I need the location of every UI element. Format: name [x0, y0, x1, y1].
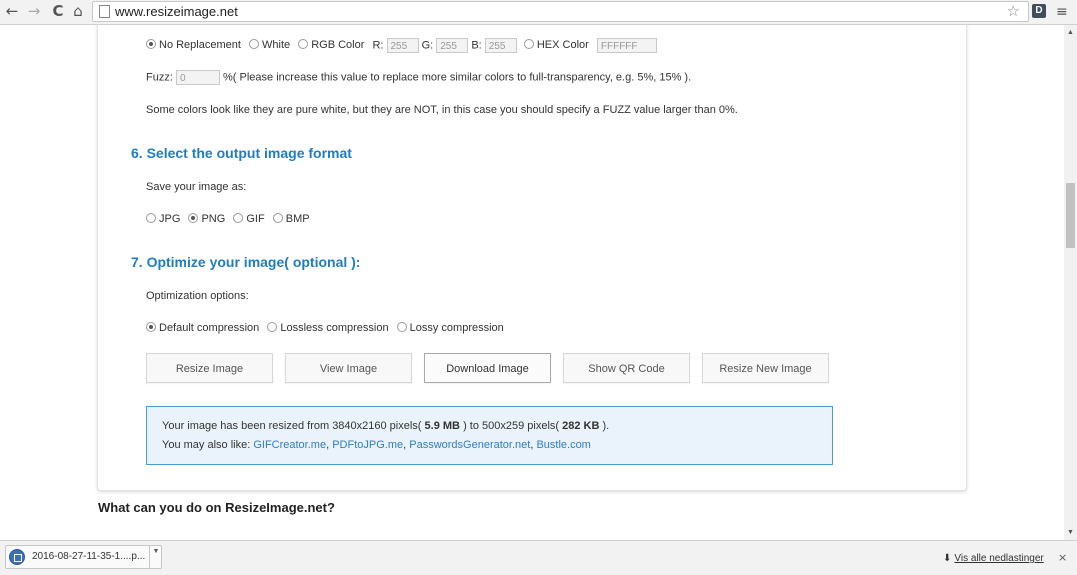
option-label: JPG	[159, 213, 181, 225]
radio-white[interactable]	[249, 39, 259, 50]
browser-toolbar: ← → C ⌂ www.resizeimage.net ☆ D ≡	[0, 0, 1077, 25]
features-heading: What can you do on ResizeImage.net?	[98, 500, 335, 515]
radio-lossless-compression[interactable]	[267, 322, 278, 332]
back-icon[interactable]: ←	[4, 3, 20, 19]
result-suffix: ).	[602, 420, 610, 432]
bookmark-star-icon[interactable]: ☆	[1007, 2, 1020, 20]
result-info-box: Your image has been resized from 3840x21…	[146, 406, 833, 465]
address-url[interactable]: www.resizeimage.net	[115, 4, 238, 19]
radio-lossy-compression[interactable]	[396, 322, 407, 332]
option-label: RGB Color	[311, 39, 365, 52]
view-image-button[interactable]: View Image	[285, 353, 412, 383]
format-options-row: JPG PNG GIF BMP	[146, 213, 315, 225]
fuzz-row: Fuzz: 0 %( Please increase this value to…	[146, 70, 691, 85]
new-size: 282 KB	[562, 420, 600, 432]
close-icon[interactable]: ×	[1058, 551, 1067, 564]
radio-hex-color[interactable]	[523, 39, 534, 50]
show-qr-code-button[interactable]: Show QR Code	[563, 353, 690, 383]
b-label: B:	[471, 39, 482, 52]
fuzz-help-text: %( Please increase this value to replace…	[223, 71, 692, 84]
r-input[interactable]: 255	[386, 38, 419, 53]
section-6-title: 6. Select the output image format	[131, 145, 352, 161]
resize-image-button[interactable]: Resize Image	[146, 353, 273, 383]
show-all-label: Vis alle nedlastinger	[954, 553, 1044, 564]
download-file-name: 2016-08-27-11-35-1....p...	[32, 551, 146, 562]
radio-bmp[interactable]	[272, 213, 283, 223]
home-icon[interactable]: ⌂	[70, 3, 86, 19]
result-prefix: Your image has been resized from 3840x21…	[162, 420, 422, 432]
g-label: G:	[421, 39, 434, 52]
address-bar[interactable]: www.resizeimage.net ☆	[92, 1, 1029, 22]
also-like-line: You may also like: GIFCreator.me, PDFtoJ…	[162, 439, 591, 451]
reload-icon[interactable]: C	[50, 3, 66, 19]
radio-no-replacement[interactable]	[146, 39, 156, 50]
action-buttons: Resize Image View Image Download Image S…	[146, 353, 846, 385]
b-input[interactable]: 255	[484, 38, 517, 53]
fuzz-label: Fuzz:	[146, 71, 173, 84]
save-as-label: Save your image as:	[146, 181, 247, 193]
settings-card: No Replacement White RGB Color R: 255 G:…	[97, 25, 967, 491]
fuzz-note: Some colors look like they are pure whit…	[146, 104, 738, 116]
download-item[interactable]: 2016-08-27-11-35-1....p... ▼	[5, 545, 162, 569]
hex-input[interactable]: FFFFFF	[596, 38, 657, 53]
result-line: Your image has been resized from 3840x21…	[162, 417, 832, 436]
radio-gif[interactable]	[233, 213, 244, 223]
scroll-up-icon[interactable]: ▲	[1067, 29, 1074, 36]
compression-options-row: Default compression Lossless compression…	[146, 322, 509, 334]
option-label: PNG	[201, 213, 226, 225]
scroll-down-icon[interactable]: ▼	[1067, 529, 1074, 536]
replace-options-row: No Replacement White RGB Color R: 255 G:…	[146, 38, 657, 53]
link-passwordsgenerator[interactable]: PasswordsGenerator.net	[409, 439, 530, 451]
link-pdftojpg[interactable]: PDFtoJPG.me	[332, 439, 403, 451]
radio-rgb-color[interactable]	[298, 39, 309, 50]
optimization-label: Optimization options:	[146, 290, 249, 302]
radio-default-compression[interactable]	[146, 322, 156, 332]
page-viewport: No Replacement White RGB Color R: 255 G:…	[0, 25, 1064, 540]
option-label: No Replacement	[159, 39, 241, 52]
extension-icon[interactable]: D	[1032, 4, 1046, 18]
option-label: Lossy compression	[409, 322, 504, 334]
option-label: White	[262, 39, 291, 52]
original-size: 5.9 MB	[424, 420, 461, 432]
option-label: Lossless compression	[280, 322, 389, 334]
page-scrollbar[interactable]: ▲ ▼	[1064, 25, 1077, 540]
option-label: Default compression	[159, 322, 260, 334]
also-like-label: You may also like:	[162, 439, 251, 451]
resize-new-image-button[interactable]: Resize New Image	[702, 353, 829, 383]
download-image-button[interactable]: Download Image	[424, 353, 551, 383]
forward-icon[interactable]: →	[26, 3, 42, 19]
option-label: GIF	[246, 213, 265, 225]
image-file-icon	[9, 549, 25, 565]
option-label: BMP	[285, 213, 310, 225]
download-arrow-icon: ⬇	[943, 553, 952, 564]
chevron-down-icon[interactable]: ▼	[149, 545, 162, 569]
download-shelf: 2016-08-27-11-35-1....p... ▼ ⬇ Vis alle n…	[0, 540, 1077, 575]
link-bustle[interactable]: Bustle.com	[536, 439, 590, 451]
menu-icon[interactable]: ≡	[1056, 4, 1068, 20]
show-all-downloads-link[interactable]: ⬇ Vis alle nedlastinger	[943, 553, 1044, 564]
option-label: HEX Color	[536, 39, 589, 52]
radio-jpg[interactable]	[146, 213, 156, 223]
scrollbar-thumb[interactable]	[1066, 183, 1075, 248]
g-input[interactable]: 255	[436, 38, 469, 53]
link-gifcreator[interactable]: GIFCreator.me	[253, 439, 326, 451]
section-7-title: 7. Optimize your image( optional ):	[131, 254, 361, 270]
r-label: R:	[372, 39, 384, 52]
page-icon	[99, 5, 110, 18]
radio-png[interactable]	[188, 213, 199, 223]
fuzz-input[interactable]: 0	[175, 70, 220, 85]
result-middle: ) to 500x259 pixels(	[463, 420, 560, 432]
